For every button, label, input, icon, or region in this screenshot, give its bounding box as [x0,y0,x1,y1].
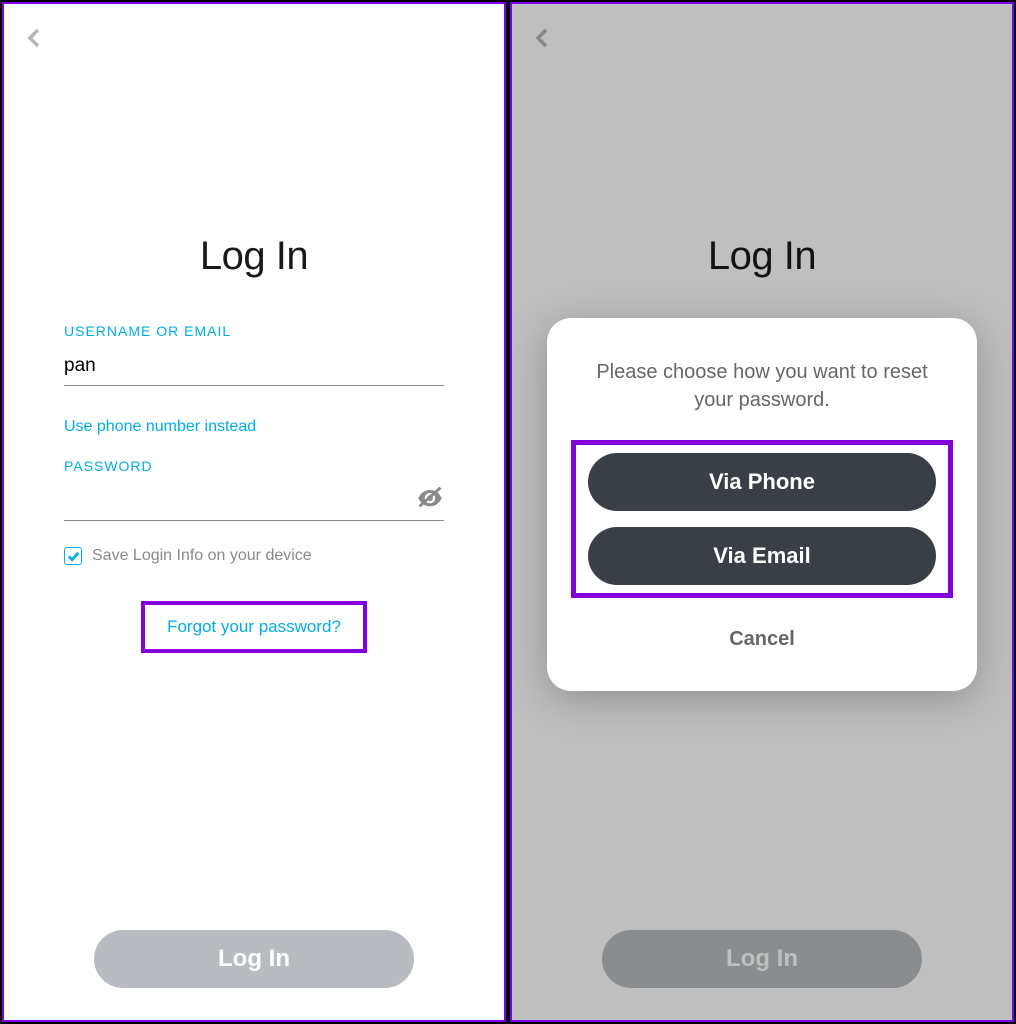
eye-off-icon [416,483,444,511]
password-label: PASSWORD [64,458,444,474]
checkmark-icon [67,550,80,563]
password-input[interactable] [64,484,444,521]
save-login-label: Save Login Info on your device [92,547,312,565]
save-login-row: Save Login Info on your device [64,547,444,565]
page-title: Log In [200,234,308,279]
modal-prompt: Please choose how you want to reset your… [571,358,953,414]
reset-options-highlight: Via Phone Via Email [571,440,953,598]
use-phone-link[interactable]: Use phone number instead [64,418,256,436]
login-screen-left: Log In USERNAME OR EMAIL Use phone numbe… [2,2,506,1022]
back-button[interactable] [26,26,50,50]
forgot-password-link[interactable]: Forgot your password? [167,617,341,636]
login-button[interactable]: Log In [602,930,922,988]
reset-password-modal: Please choose how you want to reset your… [547,318,977,691]
page-title: Log In [708,234,816,279]
password-field-group: PASSWORD [64,458,444,521]
login-button[interactable]: Log In [94,930,414,988]
username-field-group: USERNAME OR EMAIL [64,323,444,386]
forgot-password-highlight: Forgot your password? [141,601,367,653]
chevron-left-icon [26,26,42,50]
login-form: Log In USERNAME OR EMAIL Use phone numbe… [4,234,504,653]
login-screen-right: Log In USERNAME OR EMAIL Log In Please c… [510,2,1014,1022]
username-input[interactable] [64,349,444,386]
username-label: USERNAME OR EMAIL [64,323,444,339]
via-email-button[interactable]: Via Email [588,527,936,585]
back-button[interactable] [534,26,558,50]
cancel-button[interactable]: Cancel [709,618,815,661]
toggle-password-visibility[interactable] [416,483,444,511]
chevron-left-icon [534,26,550,50]
via-phone-button[interactable]: Via Phone [588,453,936,511]
save-login-checkbox[interactable] [64,547,82,565]
